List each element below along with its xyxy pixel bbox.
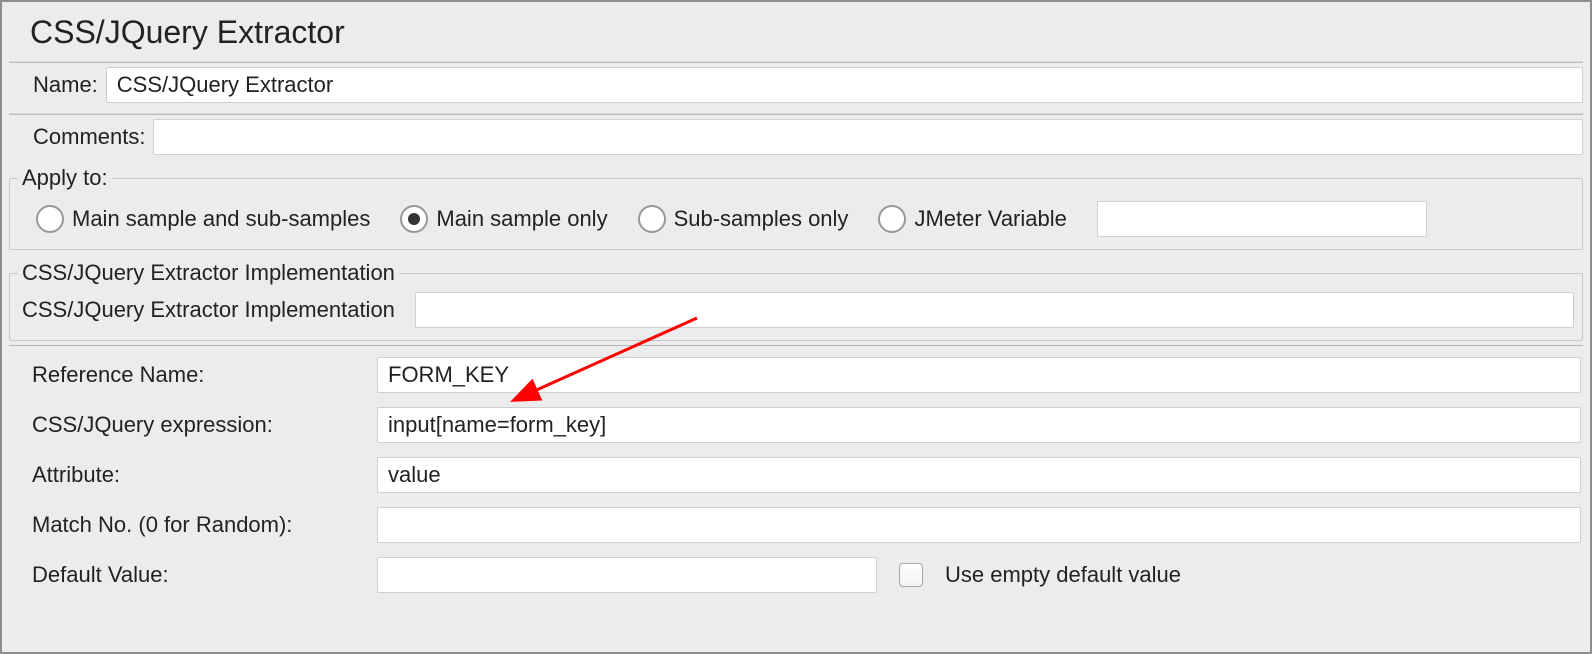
- radio-jmeter-variable[interactable]: JMeter Variable: [878, 205, 1066, 233]
- mid-divider: [9, 345, 1583, 347]
- radio-icon[interactable]: [878, 205, 906, 233]
- reference-name-input[interactable]: [377, 357, 1581, 393]
- impl-group: CSS/JQuery Extractor Implementation CSS/…: [9, 260, 1583, 341]
- match-no-label: Match No. (0 for Random):: [32, 512, 367, 538]
- radio-label: JMeter Variable: [914, 206, 1066, 232]
- page-title: CSS/JQuery Extractor: [2, 2, 1590, 51]
- impl-legend: CSS/JQuery Extractor Implementation: [18, 260, 399, 286]
- comments-row: Comments:: [9, 119, 1583, 155]
- radio-label: Main sample only: [436, 206, 607, 232]
- css-expression-label: CSS/JQuery expression:: [32, 412, 367, 438]
- attribute-input[interactable]: [377, 457, 1581, 493]
- impl-input[interactable]: [415, 292, 1574, 328]
- radio-sub-only[interactable]: Sub-samples only: [638, 205, 849, 233]
- jmeter-variable-input[interactable]: [1097, 201, 1427, 237]
- comments-input[interactable]: [153, 119, 1583, 155]
- use-empty-label: Use empty default value: [945, 562, 1181, 588]
- reference-name-label: Reference Name:: [32, 362, 367, 388]
- impl-label: CSS/JQuery Extractor Implementation: [22, 292, 403, 328]
- radio-label: Sub-samples only: [674, 206, 849, 232]
- default-value-label: Default Value:: [32, 562, 367, 588]
- default-value-input[interactable]: [377, 557, 877, 593]
- extractor-panel: CSS/JQuery Extractor Name: Comments: App…: [0, 0, 1592, 654]
- name-input[interactable]: [106, 67, 1583, 103]
- name-label: Name:: [9, 67, 106, 103]
- radio-main-only[interactable]: Main sample only: [400, 205, 607, 233]
- css-expression-input[interactable]: [377, 407, 1581, 443]
- top-divider: [9, 61, 1583, 63]
- radio-icon[interactable]: [36, 205, 64, 233]
- radio-icon[interactable]: [638, 205, 666, 233]
- radio-main-and-sub[interactable]: Main sample and sub-samples: [36, 205, 370, 233]
- apply-to-legend: Apply to:: [18, 165, 112, 191]
- apply-to-options: Main sample and sub-samples Main sample …: [18, 191, 1574, 237]
- match-no-input[interactable]: [377, 507, 1581, 543]
- comments-label: Comments:: [9, 119, 153, 155]
- name-row: Name:: [9, 67, 1583, 103]
- radio-icon[interactable]: [400, 205, 428, 233]
- extractor-fields: Reference Name: CSS/JQuery expression: A…: [32, 357, 1581, 593]
- radio-label: Main sample and sub-samples: [72, 206, 370, 232]
- use-empty-checkbox[interactable]: [899, 563, 923, 587]
- attribute-label: Attribute:: [32, 462, 367, 488]
- divider-under-name: [9, 113, 1583, 115]
- apply-to-group: Apply to: Main sample and sub-samples Ma…: [9, 165, 1583, 250]
